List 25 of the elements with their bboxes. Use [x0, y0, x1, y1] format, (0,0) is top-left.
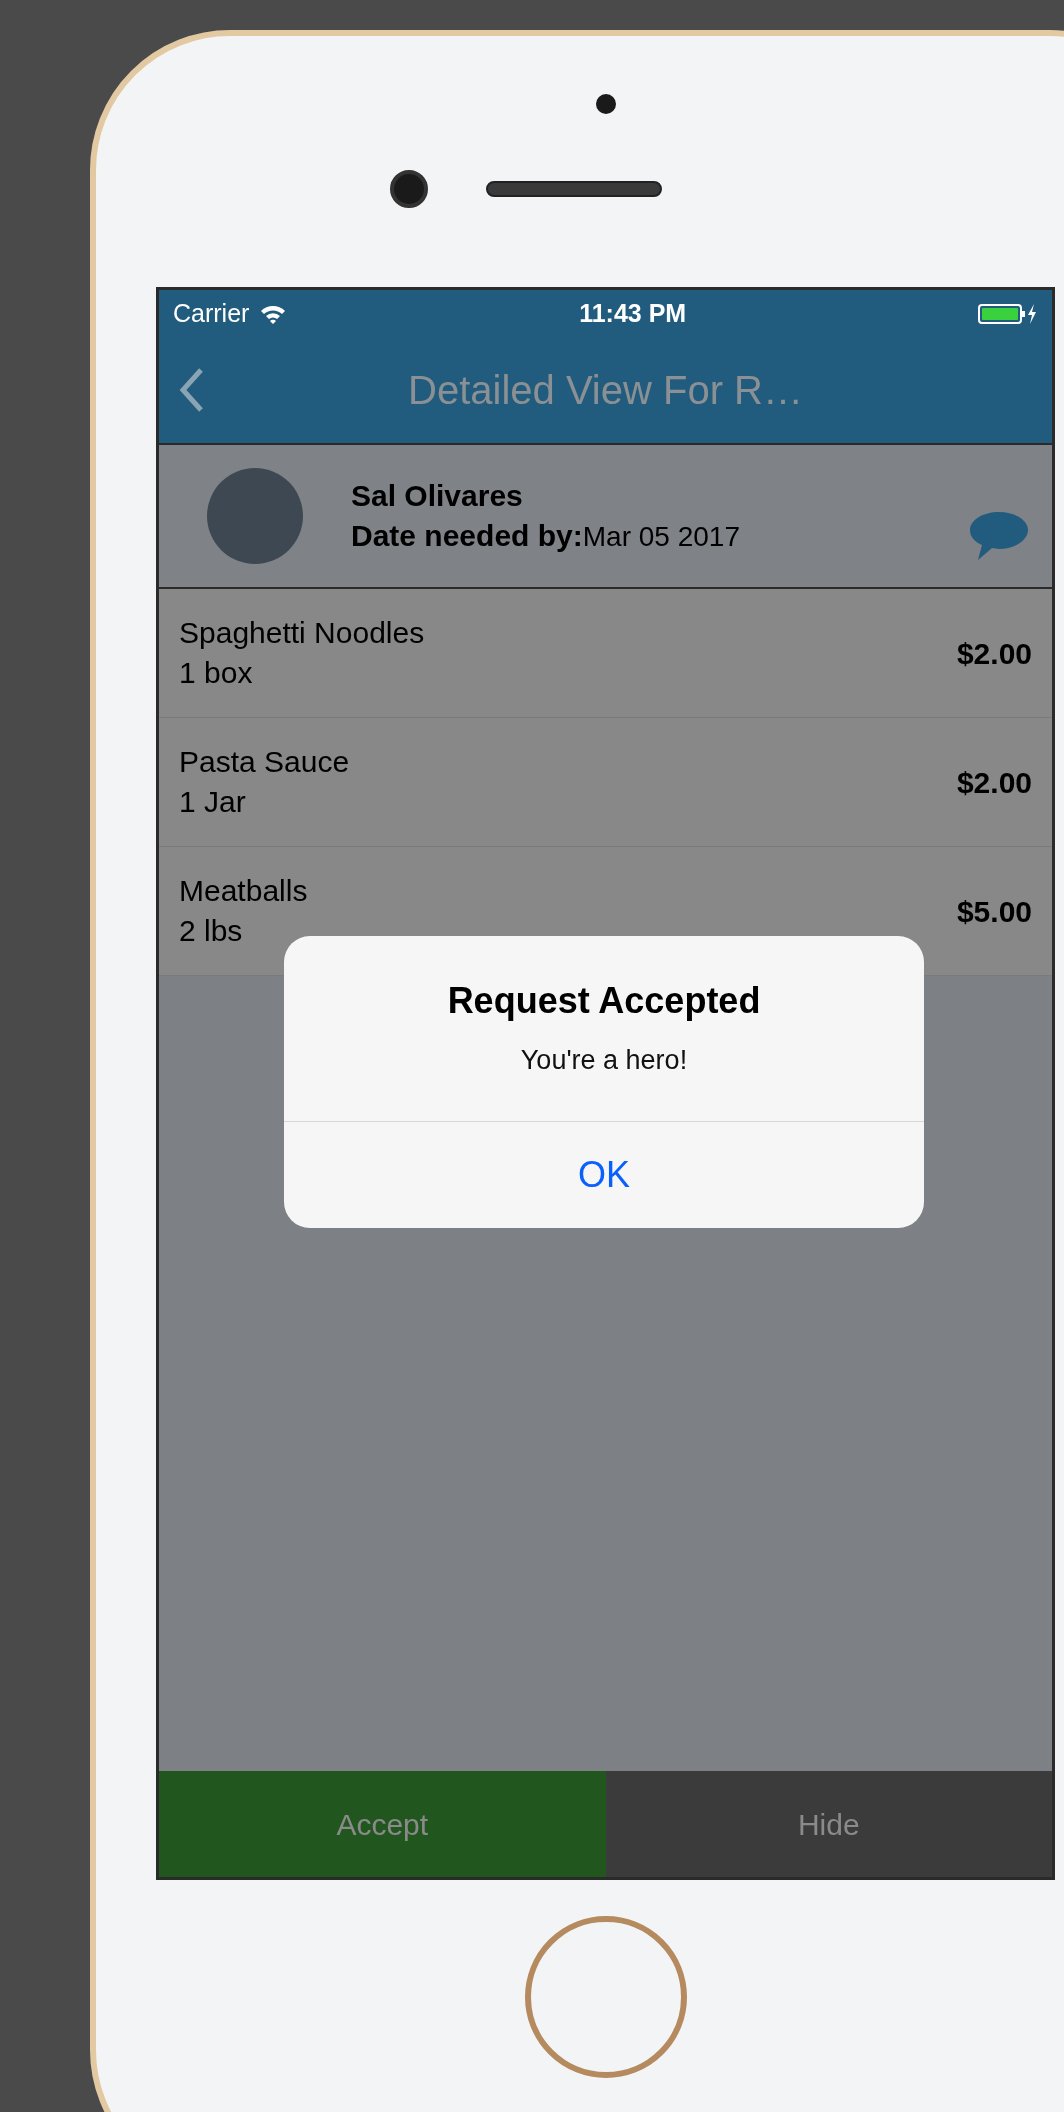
item-quantity: 2 lbs	[179, 913, 244, 949]
screen-title: Detailed View For R…	[408, 367, 803, 414]
item-quantity: 1 Jar	[179, 784, 247, 820]
item-name: Pasta Sauce	[179, 744, 351, 780]
item-name: Spaghetti Noodles	[179, 615, 426, 651]
camera-icon	[389, 170, 428, 208]
requester-name: Sal Olivares	[351, 477, 524, 514]
battery-charging-icon	[978, 302, 1038, 325]
speaker-grille-icon	[485, 181, 662, 197]
item-quantity: 1 box	[179, 655, 254, 691]
item-price: $2.00	[956, 764, 1032, 801]
alert-title: Request Accepted	[447, 979, 761, 1023]
chat-bubble-icon[interactable]	[968, 510, 1030, 562]
hide-button[interactable]: Hide	[605, 1771, 1052, 1877]
carrier-label: Carrier	[173, 297, 250, 329]
date-value: Mar 05 2017	[582, 519, 740, 554]
date-label: Date needed by:	[351, 517, 583, 554]
alert-message: You're a hero!	[520, 1044, 688, 1077]
accept-button[interactable]: Accept	[159, 1771, 606, 1877]
ok-button[interactable]: OK	[284, 1121, 924, 1228]
item-price: $5.00	[956, 893, 1032, 930]
item-name: Meatballs	[179, 873, 309, 909]
clock-time: 11:43 PM	[579, 297, 687, 329]
back-chevron-icon[interactable]	[179, 367, 205, 413]
item-price: $2.00	[956, 635, 1032, 672]
